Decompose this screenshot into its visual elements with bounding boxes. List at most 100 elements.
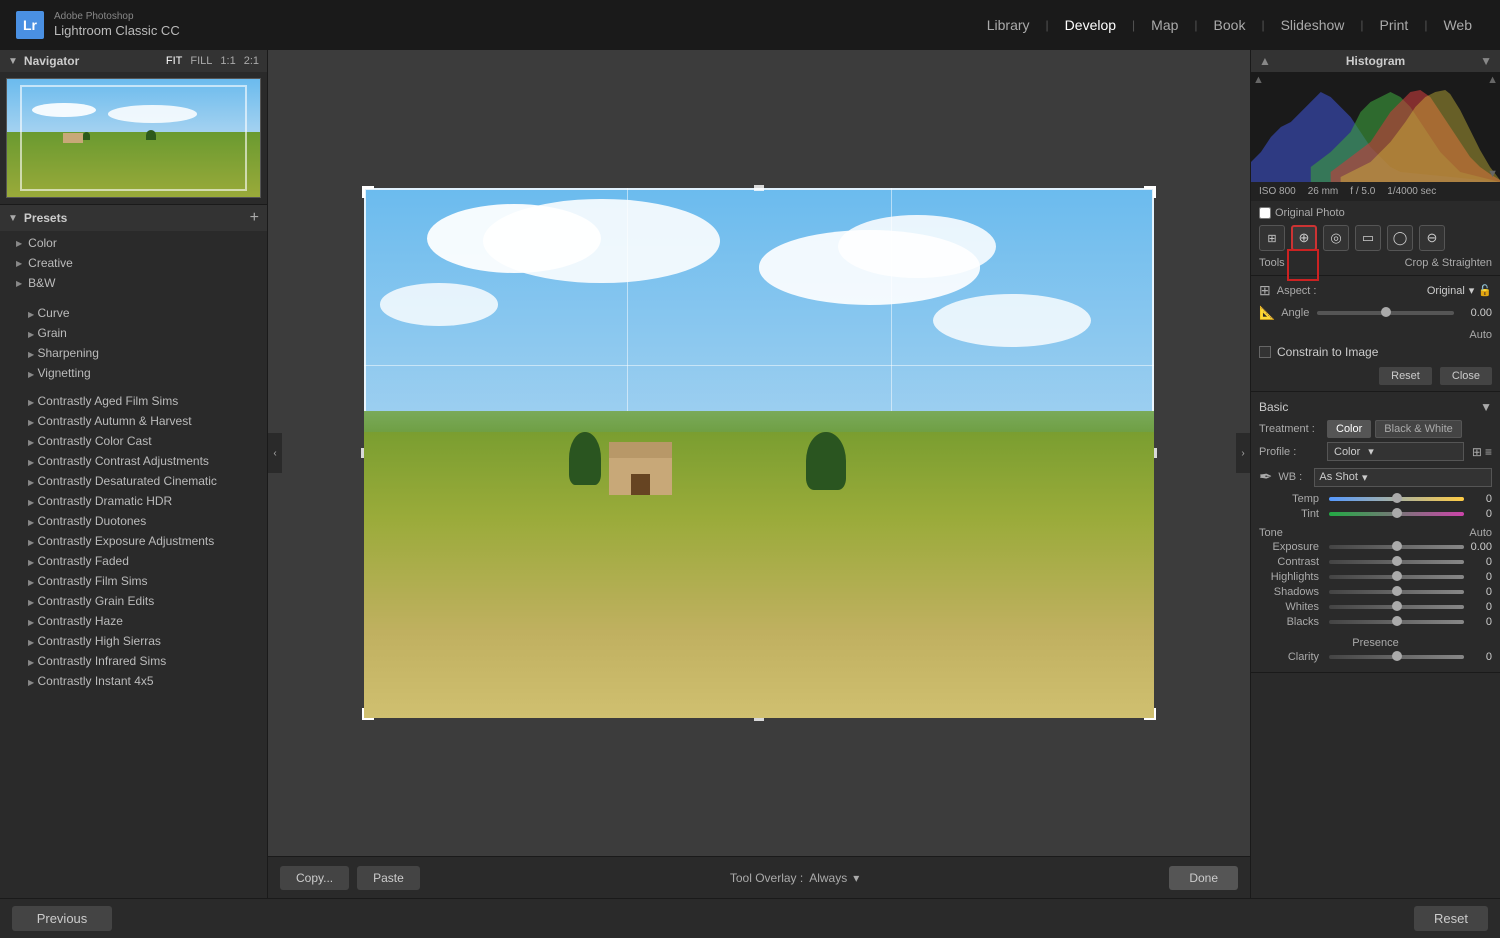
wb-select[interactable]: As Shot ▾ [1314,468,1492,487]
tool-redeye[interactable]: ▭ [1355,225,1381,251]
blacks-thumb[interactable] [1392,616,1402,626]
cloud-2 [483,199,720,284]
preset-contrastly-8[interactable]: ▶ Contrastly Faded [0,551,267,571]
wb-dropdown-arrow[interactable]: ▾ [1362,471,1368,484]
angle-thumb[interactable] [1381,307,1391,317]
tool-overlay-value[interactable]: Always [809,871,847,885]
right-panel-arrow[interactable]: › [1236,433,1250,473]
preset-contrastly-7[interactable]: ▶ Contrastly Exposure Adjustments [0,531,267,551]
navigator-title: Navigator [24,54,79,68]
treatment-bw[interactable]: Black & White [1375,420,1461,438]
navigator-header: ▼ Navigator FIT FILL 1:1 2:1 [0,50,267,72]
done-button[interactable]: Done [1169,866,1238,890]
tint-thumb[interactable] [1392,508,1402,518]
contrast-thumb[interactable] [1392,556,1402,566]
nav-print[interactable]: Print [1368,13,1421,37]
tool-gradient[interactable]: ◯ [1387,225,1413,251]
blacks-slider[interactable] [1329,620,1464,624]
aspect-lock-icon[interactable]: 🔓 [1478,284,1492,297]
presets-add-button[interactable]: + [250,209,259,227]
navigator-toggle[interactable]: ▼ [8,56,18,67]
preset-creative[interactable]: ▶ Creative [0,253,267,273]
exposure-slider[interactable] [1329,545,1464,549]
angle-auto-label[interactable]: Auto [1469,329,1492,341]
paste-button[interactable]: Paste [357,866,420,890]
treatment-color[interactable]: Color [1327,420,1371,438]
tool-overlay-label: Tool Overlay : [730,871,803,885]
preset-contrastly-2[interactable]: ▶ Contrastly Color Cast [0,431,267,451]
exposure-thumb[interactable] [1392,541,1402,551]
zoom-2-1[interactable]: 2:1 [244,55,259,67]
aspect-value[interactable]: Original [1427,285,1465,297]
preset-contrastly-11[interactable]: ▶ Contrastly Haze [0,611,267,631]
profile-list-icon[interactable]: ≡ [1485,445,1492,459]
highlights-slider[interactable] [1329,575,1464,579]
clarity-thumb[interactable] [1392,651,1402,661]
preset-grain[interactable]: ▶ Grain [0,323,267,343]
presets-toggle[interactable]: ▼ [8,213,18,224]
preset-contrastly-4[interactable]: ▶ Contrastly Desaturated Cinematic [0,471,267,491]
histogram-scroll-down[interactable]: ▼ [1480,54,1492,68]
highlights-thumb[interactable] [1392,571,1402,581]
zoom-fill[interactable]: FILL [190,55,212,67]
tint-slider[interactable] [1329,512,1464,516]
hist-arrow-up-right[interactable]: ▲ [1487,74,1498,86]
preset-contrastly-9[interactable]: ▶ Contrastly Film Sims [0,571,267,591]
profile-dropdown-arrow[interactable]: ▾ [1368,445,1374,458]
preset-bw[interactable]: ▶ B&W [0,273,267,293]
crop-reset-button[interactable]: Reset [1379,367,1432,385]
tool-brush[interactable]: ⊖ [1419,225,1445,251]
preset-contrastly-10[interactable]: ▶ Contrastly Grain Edits [0,591,267,611]
shadows-slider[interactable] [1329,590,1464,594]
tool-heal[interactable]: ◎ [1323,225,1349,251]
bottom-reset-button[interactable]: Reset [1414,906,1488,931]
preset-contrastly-13[interactable]: ▶ Contrastly Infrared Sims [0,651,267,671]
whites-slider[interactable] [1329,605,1464,609]
zoom-fit[interactable]: FIT [166,55,183,67]
hist-arrow-up-left[interactable]: ▲ [1253,74,1264,86]
tool-crop-overlay[interactable]: ⊞ [1259,225,1285,251]
temp-thumb[interactable] [1392,493,1402,503]
nav-library[interactable]: Library [975,13,1042,37]
hist-arrow-down-right[interactable]: ▼ [1487,168,1498,180]
preset-sharpening[interactable]: ▶ Sharpening [0,343,267,363]
nav-develop[interactable]: Develop [1053,13,1128,37]
whites-thumb[interactable] [1392,601,1402,611]
profile-grid-icon[interactable]: ⊞ [1472,445,1482,459]
preset-contrastly-3[interactable]: ▶ Contrastly Contrast Adjustments [0,451,267,471]
basic-toggle[interactable]: ▼ [1480,400,1492,414]
eyedropper-icon[interactable]: ✒ [1259,467,1272,487]
nav-slideshow[interactable]: Slideshow [1269,13,1357,37]
previous-button[interactable]: Previous [12,906,112,931]
original-photo-checkbox[interactable] [1259,207,1271,219]
clarity-slider[interactable] [1329,655,1464,659]
tone-auto[interactable]: Auto [1469,527,1492,539]
preset-contrastly-0[interactable]: ▶ Contrastly Aged Film Sims [0,391,267,411]
zoom-options: FIT FILL 1:1 2:1 [166,55,259,67]
tool-overlay-arrow[interactable]: ▾ [853,871,859,885]
nav-map[interactable]: Map [1139,13,1190,37]
angle-slider[interactable] [1317,311,1454,315]
aspect-dropdown[interactable]: ▾ [1469,284,1475,297]
temp-slider[interactable] [1329,497,1464,501]
nav-book[interactable]: Book [1202,13,1258,37]
preset-vignetting[interactable]: ▶ Vignetting [0,363,267,383]
constrain-checkbox[interactable] [1259,346,1271,358]
zoom-1-1[interactable]: 1:1 [220,55,235,67]
crop-close-button[interactable]: Close [1440,367,1492,385]
preset-curve[interactable]: ▶ Curve [0,303,267,323]
profile-select[interactable]: Color ▾ [1327,442,1464,461]
shadows-thumb[interactable] [1392,586,1402,596]
preset-contrastly-14[interactable]: ▶ Contrastly Instant 4x5 [0,671,267,691]
preset-color[interactable]: ▶ Color [0,233,267,253]
tool-crop[interactable]: ⊕ [1291,225,1317,251]
preset-contrastly-1[interactable]: ▶ Contrastly Autumn & Harvest [0,411,267,431]
preset-contrastly-12[interactable]: ▶ Contrastly High Sierras [0,631,267,651]
histogram-scroll-up[interactable]: ▲ [1259,54,1271,68]
preset-contrastly-5[interactable]: ▶ Contrastly Dramatic HDR [0,491,267,511]
copy-button[interactable]: Copy... [280,866,349,890]
contrast-slider[interactable] [1329,560,1464,564]
left-panel-arrow[interactable]: ‹ [268,433,282,473]
preset-contrastly-6[interactable]: ▶ Contrastly Duotones [0,511,267,531]
nav-web[interactable]: Web [1431,13,1484,37]
